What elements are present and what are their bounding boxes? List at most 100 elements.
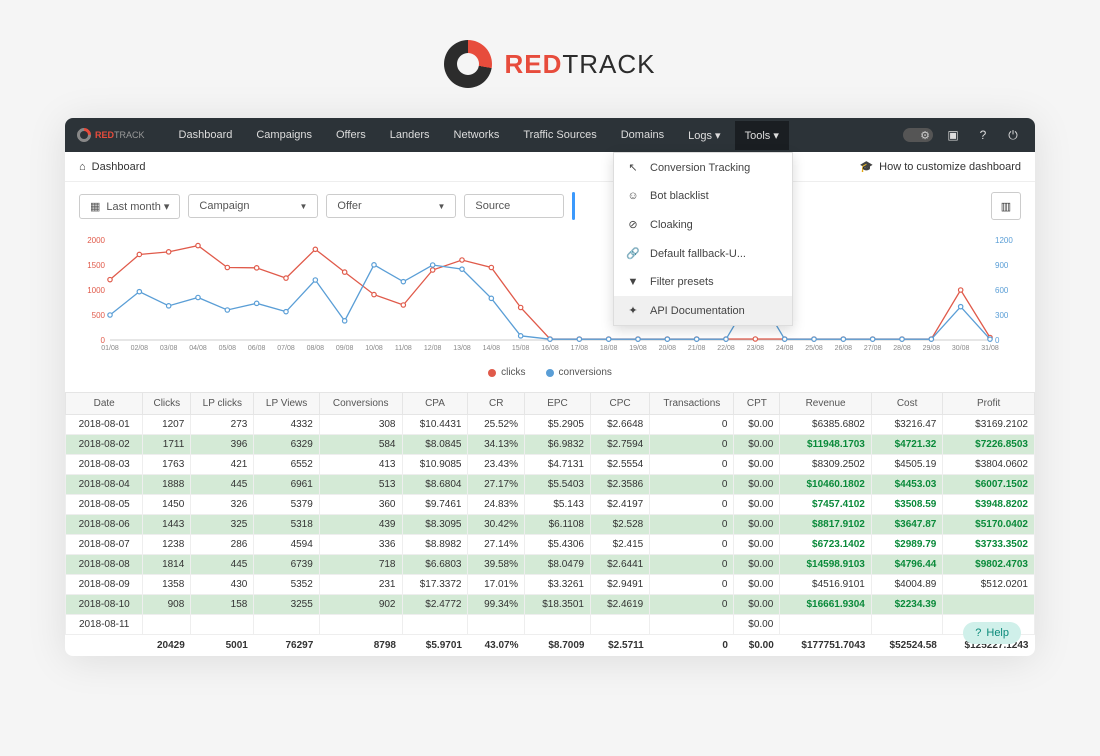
- columns-button[interactable]: ▥: [991, 192, 1021, 220]
- svg-text:06/08: 06/08: [248, 345, 266, 352]
- tools-menu-api-documentation[interactable]: ✦API Documentation: [614, 296, 792, 325]
- tools-menu-cloaking[interactable]: ⊘Cloaking: [614, 210, 792, 239]
- col-epc[interactable]: EPC: [525, 393, 591, 415]
- cursor-icon: ↖: [626, 161, 640, 174]
- col-conversions[interactable]: Conversions: [319, 393, 402, 415]
- help-button[interactable]: ? Help: [963, 622, 1021, 644]
- svg-text:30/08: 30/08: [952, 345, 970, 352]
- tools-menu-conversion-tracking[interactable]: ↖Conversion Tracking: [614, 153, 792, 182]
- tools-dropdown: ↖Conversion Tracking☺Bot blacklist⊘Cloak…: [613, 152, 793, 326]
- help-circle-icon: ?: [975, 627, 981, 639]
- svg-text:12/08: 12/08: [424, 345, 442, 352]
- svg-text:13/08: 13/08: [453, 345, 471, 352]
- logo-icon: [444, 40, 492, 88]
- svg-text:27/08: 27/08: [864, 345, 882, 352]
- tools-menu-bot-blacklist[interactable]: ☺Bot blacklist: [614, 182, 792, 210]
- power-icon[interactable]: ⏻: [1003, 125, 1023, 145]
- nav-item-campaigns[interactable]: Campaigns: [246, 121, 322, 150]
- svg-text:15/08: 15/08: [512, 345, 530, 352]
- table-row[interactable]: 2018-08-0514503265379360$9.746124.83%$5.…: [66, 495, 1035, 515]
- campaign-filter[interactable]: Campaign▼: [188, 194, 318, 218]
- line-chart: 05001000150020000300600900120001/0802/08…: [79, 230, 1021, 360]
- gear-icon: ⚙: [920, 129, 930, 142]
- svg-text:05/08: 05/08: [219, 345, 237, 352]
- calendar-icon: ▦: [90, 200, 100, 213]
- svg-text:14/08: 14/08: [483, 345, 501, 352]
- nav-brand[interactable]: REDTRACK: [77, 128, 145, 142]
- table-row[interactable]: 2018-08-0217113966329584$8.084534.13%$6.…: [66, 435, 1035, 455]
- col-cpa[interactable]: CPA: [402, 393, 468, 415]
- col-cr[interactable]: CR: [468, 393, 525, 415]
- chart: 05001000150020000300600900120001/0802/08…: [65, 230, 1035, 392]
- nav-item-dashboard[interactable]: Dashboard: [169, 121, 243, 150]
- bot-icon: ☺: [626, 190, 640, 202]
- svg-text:08/08: 08/08: [307, 345, 325, 352]
- col-lp-clicks[interactable]: LP clicks: [191, 393, 254, 415]
- grad-cap-icon: 🎓: [859, 160, 873, 173]
- tools-menu-default-fallback-u-[interactable]: 🔗Default fallback-U...: [614, 239, 792, 268]
- svg-text:19/08: 19/08: [629, 345, 647, 352]
- logo-dark-text: TRACK: [562, 49, 655, 79]
- svg-text:01/08: 01/08: [101, 345, 119, 352]
- col-transactions[interactable]: Transactions: [650, 393, 734, 415]
- svg-text:22/08: 22/08: [717, 345, 735, 352]
- col-cpc[interactable]: CPC: [590, 393, 649, 415]
- help-icon[interactable]: ?: [973, 125, 993, 145]
- brand-icon: [74, 125, 94, 145]
- rss-icon[interactable]: ▣: [943, 125, 963, 145]
- source-filter[interactable]: Source: [464, 194, 564, 218]
- nav-item-logs-[interactable]: Logs ▾: [678, 121, 730, 150]
- svg-text:17/08: 17/08: [571, 345, 589, 352]
- svg-text:20/08: 20/08: [659, 345, 677, 352]
- table-row[interactable]: 2018-08-0112072734332308$10.443125.52%$5…: [66, 415, 1035, 435]
- link-icon: 🔗: [626, 247, 640, 260]
- table-row[interactable]: 2018-08-0317634216552413$10.908523.43%$4…: [66, 455, 1035, 475]
- svg-text:24/08: 24/08: [776, 345, 794, 352]
- col-cost[interactable]: Cost: [871, 393, 942, 415]
- table-row[interactable]: 2018-08-0818144456739718$6.680339.58%$8.…: [66, 555, 1035, 575]
- offer-filter[interactable]: Offer▼: [326, 194, 456, 218]
- nav-item-tools-[interactable]: Tools ▾: [735, 121, 789, 150]
- apply-button-edge[interactable]: [572, 192, 575, 220]
- nav-item-networks[interactable]: Networks: [444, 121, 510, 150]
- col-date[interactable]: Date: [66, 393, 143, 415]
- svg-text:900: 900: [995, 261, 1009, 270]
- customize-link[interactable]: 🎓 How to customize dashboard: [859, 160, 1021, 173]
- svg-text:1000: 1000: [87, 286, 105, 295]
- col-profit[interactable]: Profit: [943, 393, 1035, 415]
- col-cpt[interactable]: CPT: [734, 393, 780, 415]
- data-table: DateClicksLP clicksLP ViewsConversionsCP…: [65, 392, 1035, 656]
- col-clicks[interactable]: Clicks: [143, 393, 191, 415]
- nav-item-domains[interactable]: Domains: [611, 121, 674, 150]
- svg-text:02/08: 02/08: [131, 345, 149, 352]
- chart-legend: clicks conversions: [79, 363, 1021, 382]
- nav-item-landers[interactable]: Landers: [380, 121, 440, 150]
- nav-item-traffic-sources[interactable]: Traffic Sources: [513, 121, 606, 150]
- table-row[interactable]: 2018-08-109081583255902$2.477299.34%$18.…: [66, 595, 1035, 615]
- svg-text:23/08: 23/08: [747, 345, 765, 352]
- block-icon: ⊘: [626, 218, 640, 231]
- table-row[interactable]: 2018-08-11$0.00: [66, 615, 1035, 635]
- user-pill[interactable]: ⚙: [903, 128, 933, 142]
- table-row[interactable]: 2018-08-0418884456961513$8.680427.17%$5.…: [66, 475, 1035, 495]
- table-row[interactable]: 2018-08-0614433255318439$8.309530.42%$6.…: [66, 515, 1035, 535]
- svg-text:0: 0: [995, 336, 1000, 345]
- nav-item-offers[interactable]: Offers: [326, 121, 376, 150]
- col-lp-views[interactable]: LP Views: [254, 393, 319, 415]
- date-filter[interactable]: ▦ Last month ▾: [79, 194, 180, 219]
- table-row[interactable]: 2018-08-0712382864594336$8.898227.14%$5.…: [66, 535, 1035, 555]
- api-icon: ✦: [626, 304, 640, 317]
- tools-menu-filter-presets[interactable]: ▼Filter presets: [614, 268, 792, 296]
- svg-text:500: 500: [92, 311, 106, 320]
- col-revenue[interactable]: Revenue: [780, 393, 872, 415]
- svg-text:11/08: 11/08: [395, 345, 412, 352]
- svg-text:10/08: 10/08: [365, 345, 383, 352]
- table-row[interactable]: 2018-08-0913584305352231$17.337217.01%$3…: [66, 575, 1035, 595]
- svg-text:16/08: 16/08: [541, 345, 559, 352]
- svg-text:18/08: 18/08: [600, 345, 618, 352]
- breadcrumb[interactable]: Dashboard: [92, 161, 146, 173]
- svg-text:29/08: 29/08: [923, 345, 941, 352]
- logo-red-text: RED: [504, 49, 562, 79]
- svg-text:09/08: 09/08: [336, 345, 354, 352]
- svg-text:0: 0: [101, 336, 106, 345]
